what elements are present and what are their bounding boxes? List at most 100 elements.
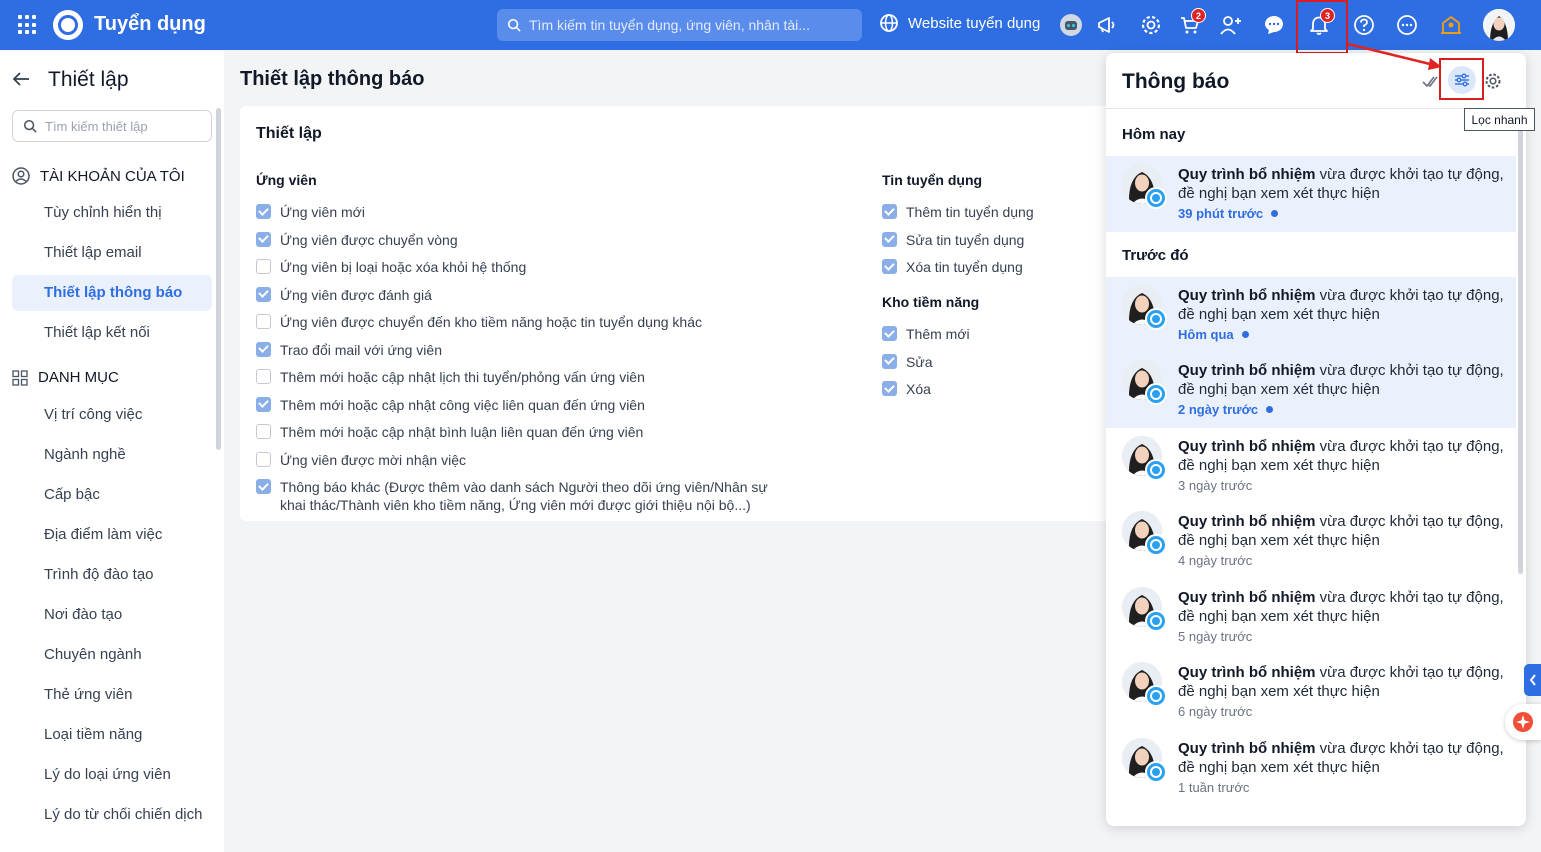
quick-filter-button[interactable]: [1448, 66, 1476, 94]
notification-text: Quy trình bổ nhiệm vừa được khởi tạo tự …: [1178, 739, 1508, 777]
robot-assistant-icon[interactable]: [1057, 11, 1085, 39]
settings-search[interactable]: [12, 110, 212, 142]
notification-item[interactable]: Quy trình bổ nhiệm vừa được khởi tạo tự …: [1106, 352, 1516, 428]
pool-checkbox[interactable]: [882, 353, 897, 369]
sidebar-item-campaign-reject-reason[interactable]: Lý do từ chối chiến dịch: [12, 797, 212, 833]
sidebar-item-connections[interactable]: Thiết lập kết nối: [12, 315, 212, 351]
notification-time-label: 6 ngày trước: [1178, 704, 1253, 719]
candidate-checkbox-row[interactable]: Ứng viên mới: [256, 203, 796, 221]
global-search[interactable]: [497, 9, 862, 41]
sidebar-item-level[interactable]: Cấp bậc: [12, 477, 212, 513]
job-checkbox-row[interactable]: Xóa tin tuyển dụng: [882, 258, 1102, 276]
candidate-checkbox[interactable]: [256, 314, 271, 329]
candidate-checkbox[interactable]: [256, 259, 271, 274]
user-avatar[interactable]: [1483, 9, 1515, 41]
unread-dot: [1241, 331, 1249, 338]
sidebar-item-school[interactable]: Nơi đào tạo: [12, 597, 212, 633]
pool-checkbox[interactable]: [882, 381, 897, 396]
candidate-checkbox-row[interactable]: Thông báo khác (Được thêm vào danh sách …: [256, 478, 796, 514]
notification-item[interactable]: Quy trình bổ nhiệm vừa được khởi tạo tự …: [1106, 730, 1516, 806]
pool-checkbox-row[interactable]: Sửa: [882, 353, 1102, 371]
candidate-checkbox[interactable]: [256, 451, 271, 467]
annotation-arrow: [1347, 42, 1442, 70]
candidate-checkbox[interactable]: [256, 424, 271, 439]
sidebar-item-industry[interactable]: Ngành nghề: [12, 437, 212, 473]
notification-time: Hôm qua: [1178, 327, 1249, 342]
mark-all-read-icon[interactable]: [1422, 73, 1440, 92]
candidate-checkbox-label: Ứng viên được mời nhận việc: [280, 451, 466, 468]
notification-item[interactable]: Quy trình bổ nhiệm vừa được khởi tạo tự …: [1106, 654, 1516, 730]
candidate-checkbox[interactable]: [256, 341, 271, 357]
ai-assistant-button[interactable]: [1505, 704, 1541, 740]
chat-icon[interactable]: [1260, 11, 1288, 39]
app-title[interactable]: Tuyển dụng: [94, 13, 206, 36]
job-checkbox[interactable]: [882, 231, 897, 247]
help-icon[interactable]: [1350, 11, 1378, 39]
job-checkbox[interactable]: [882, 204, 897, 219]
global-search-input[interactable]: [529, 17, 849, 33]
add-user-icon[interactable]: [1217, 11, 1245, 39]
settings-search-input[interactable]: [45, 118, 205, 134]
sidebar-item-email[interactable]: Thiết lập email: [12, 235, 212, 271]
sidebar-item-education-level[interactable]: Trình độ đào tạo: [12, 557, 212, 593]
candidate-checkbox[interactable]: [256, 204, 271, 219]
job-checkbox-row[interactable]: Thêm tin tuyển dụng: [882, 203, 1102, 221]
cart-icon[interactable]: 2: [1176, 8, 1206, 39]
sidebar-item-work-location[interactable]: Địa điểm làm việc: [12, 517, 212, 553]
pool-checkbox-label: Sửa: [906, 353, 933, 370]
more-icon[interactable]: [1393, 11, 1421, 39]
sidebar-scrollbar[interactable]: [216, 108, 221, 450]
sidebar-item-candidate-tags[interactable]: Thẻ ứng viên: [12, 677, 212, 713]
candidate-checkbox[interactable]: [256, 396, 271, 412]
sidebar-item-notifications[interactable]: Thiết lập thông báo: [12, 275, 212, 311]
process-badge-icon: [1145, 685, 1167, 707]
notification-item[interactable]: Quy trình bổ nhiệm vừa được khởi tạo tự …: [1106, 277, 1516, 353]
notification-scrollbar[interactable]: [1518, 116, 1523, 574]
sidebar-item-talent-type[interactable]: Loại tiềm năng: [12, 717, 212, 753]
collapse-edge-tab[interactable]: [1524, 664, 1541, 696]
sidebar-item-major[interactable]: Chuyên ngành: [12, 637, 212, 673]
bell-highlight-box: [1296, 0, 1348, 54]
sidebar-item-job-position[interactable]: Vị trí công việc: [12, 397, 212, 433]
candidate-checkbox[interactable]: [256, 479, 271, 494]
page-title: Thiết lập thông báo: [240, 68, 425, 90]
settings-sidebar: Thiết lập TÀI KHOẢN CỦA TÔI Tùy chỉnh hi…: [0, 50, 224, 852]
back-arrow-icon[interactable]: [11, 69, 31, 92]
chevron-left-icon: [1529, 674, 1536, 686]
office-location-icon[interactable]: [1437, 11, 1465, 39]
sidebar-item-reject-reason[interactable]: Lý do loại ứng viên: [12, 757, 212, 793]
notification-time-label: 5 ngày trước: [1178, 629, 1253, 644]
settings-gear-icon[interactable]: [1137, 11, 1165, 39]
sidebar-item-display[interactable]: Tùy chỉnh hiển thị: [12, 195, 212, 231]
notification-item[interactable]: Quy trình bổ nhiệm vừa được khởi tạo tự …: [1106, 503, 1516, 579]
notification-text: Quy trình bổ nhiệm vừa được khởi tạo tự …: [1178, 588, 1508, 626]
megaphone-icon[interactable]: [1093, 11, 1121, 39]
candidate-checkbox-row[interactable]: Thêm mới hoặc cập nhật lịch thi tuyển/ph…: [256, 368, 796, 386]
candidate-checkbox-row[interactable]: Ứng viên được chuyển đến kho tiềm năng h…: [256, 313, 796, 331]
candidate-checkbox[interactable]: [256, 369, 271, 384]
notification-item[interactable]: Quy trình bổ nhiệm vừa được khởi tạo tự …: [1106, 428, 1516, 504]
pool-checkbox-row[interactable]: Xóa: [882, 380, 1102, 398]
candidate-checkbox-row[interactable]: Ứng viên được mời nhận việc: [256, 451, 796, 469]
website-link[interactable]: Website tuyển dụng: [879, 13, 1040, 33]
candidate-checkbox-row[interactable]: Thêm mới hoặc cập nhật bình luận liên qu…: [256, 423, 796, 441]
candidate-checkbox-row[interactable]: Thêm mới hoặc cập nhật công việc liên qu…: [256, 396, 796, 414]
candidate-checkbox-label: Thêm mới hoặc cập nhật lịch thi tuyển/ph…: [280, 369, 645, 385]
candidate-checkbox-row[interactable]: Trao đổi mail với ứng viên: [256, 341, 796, 359]
job-checkbox-row[interactable]: Sửa tin tuyển dụng: [882, 231, 1102, 249]
notification-item[interactable]: Quy trình bổ nhiệm vừa được khởi tạo tự …: [1106, 156, 1516, 232]
column-pool-title: Kho tiềm năng: [882, 294, 980, 310]
candidate-checkbox[interactable]: [256, 231, 271, 247]
job-checkbox[interactable]: [882, 259, 897, 274]
candidate-checkbox-row[interactable]: Ứng viên được đánh giá: [256, 286, 796, 304]
candidate-checkbox-row[interactable]: Ứng viên được chuyển vòng: [256, 231, 796, 249]
notification-item[interactable]: Quy trình bổ nhiệm vừa được khởi tạo tự …: [1106, 579, 1516, 655]
user-circle-icon: [12, 167, 30, 185]
notification-settings-icon[interactable]: [1484, 72, 1502, 93]
candidate-checkbox-row[interactable]: Ứng viên bị loại hoặc xóa khỏi hệ thống: [256, 258, 796, 276]
candidate-checkbox[interactable]: [256, 286, 271, 302]
pool-checkbox[interactable]: [882, 326, 897, 341]
candidate-checkbox-label: Thông báo khác (Được thêm vào danh sách …: [280, 479, 768, 513]
pool-checkbox-row[interactable]: Thêm mới: [882, 325, 1102, 343]
apps-grid-icon[interactable]: [18, 15, 38, 35]
